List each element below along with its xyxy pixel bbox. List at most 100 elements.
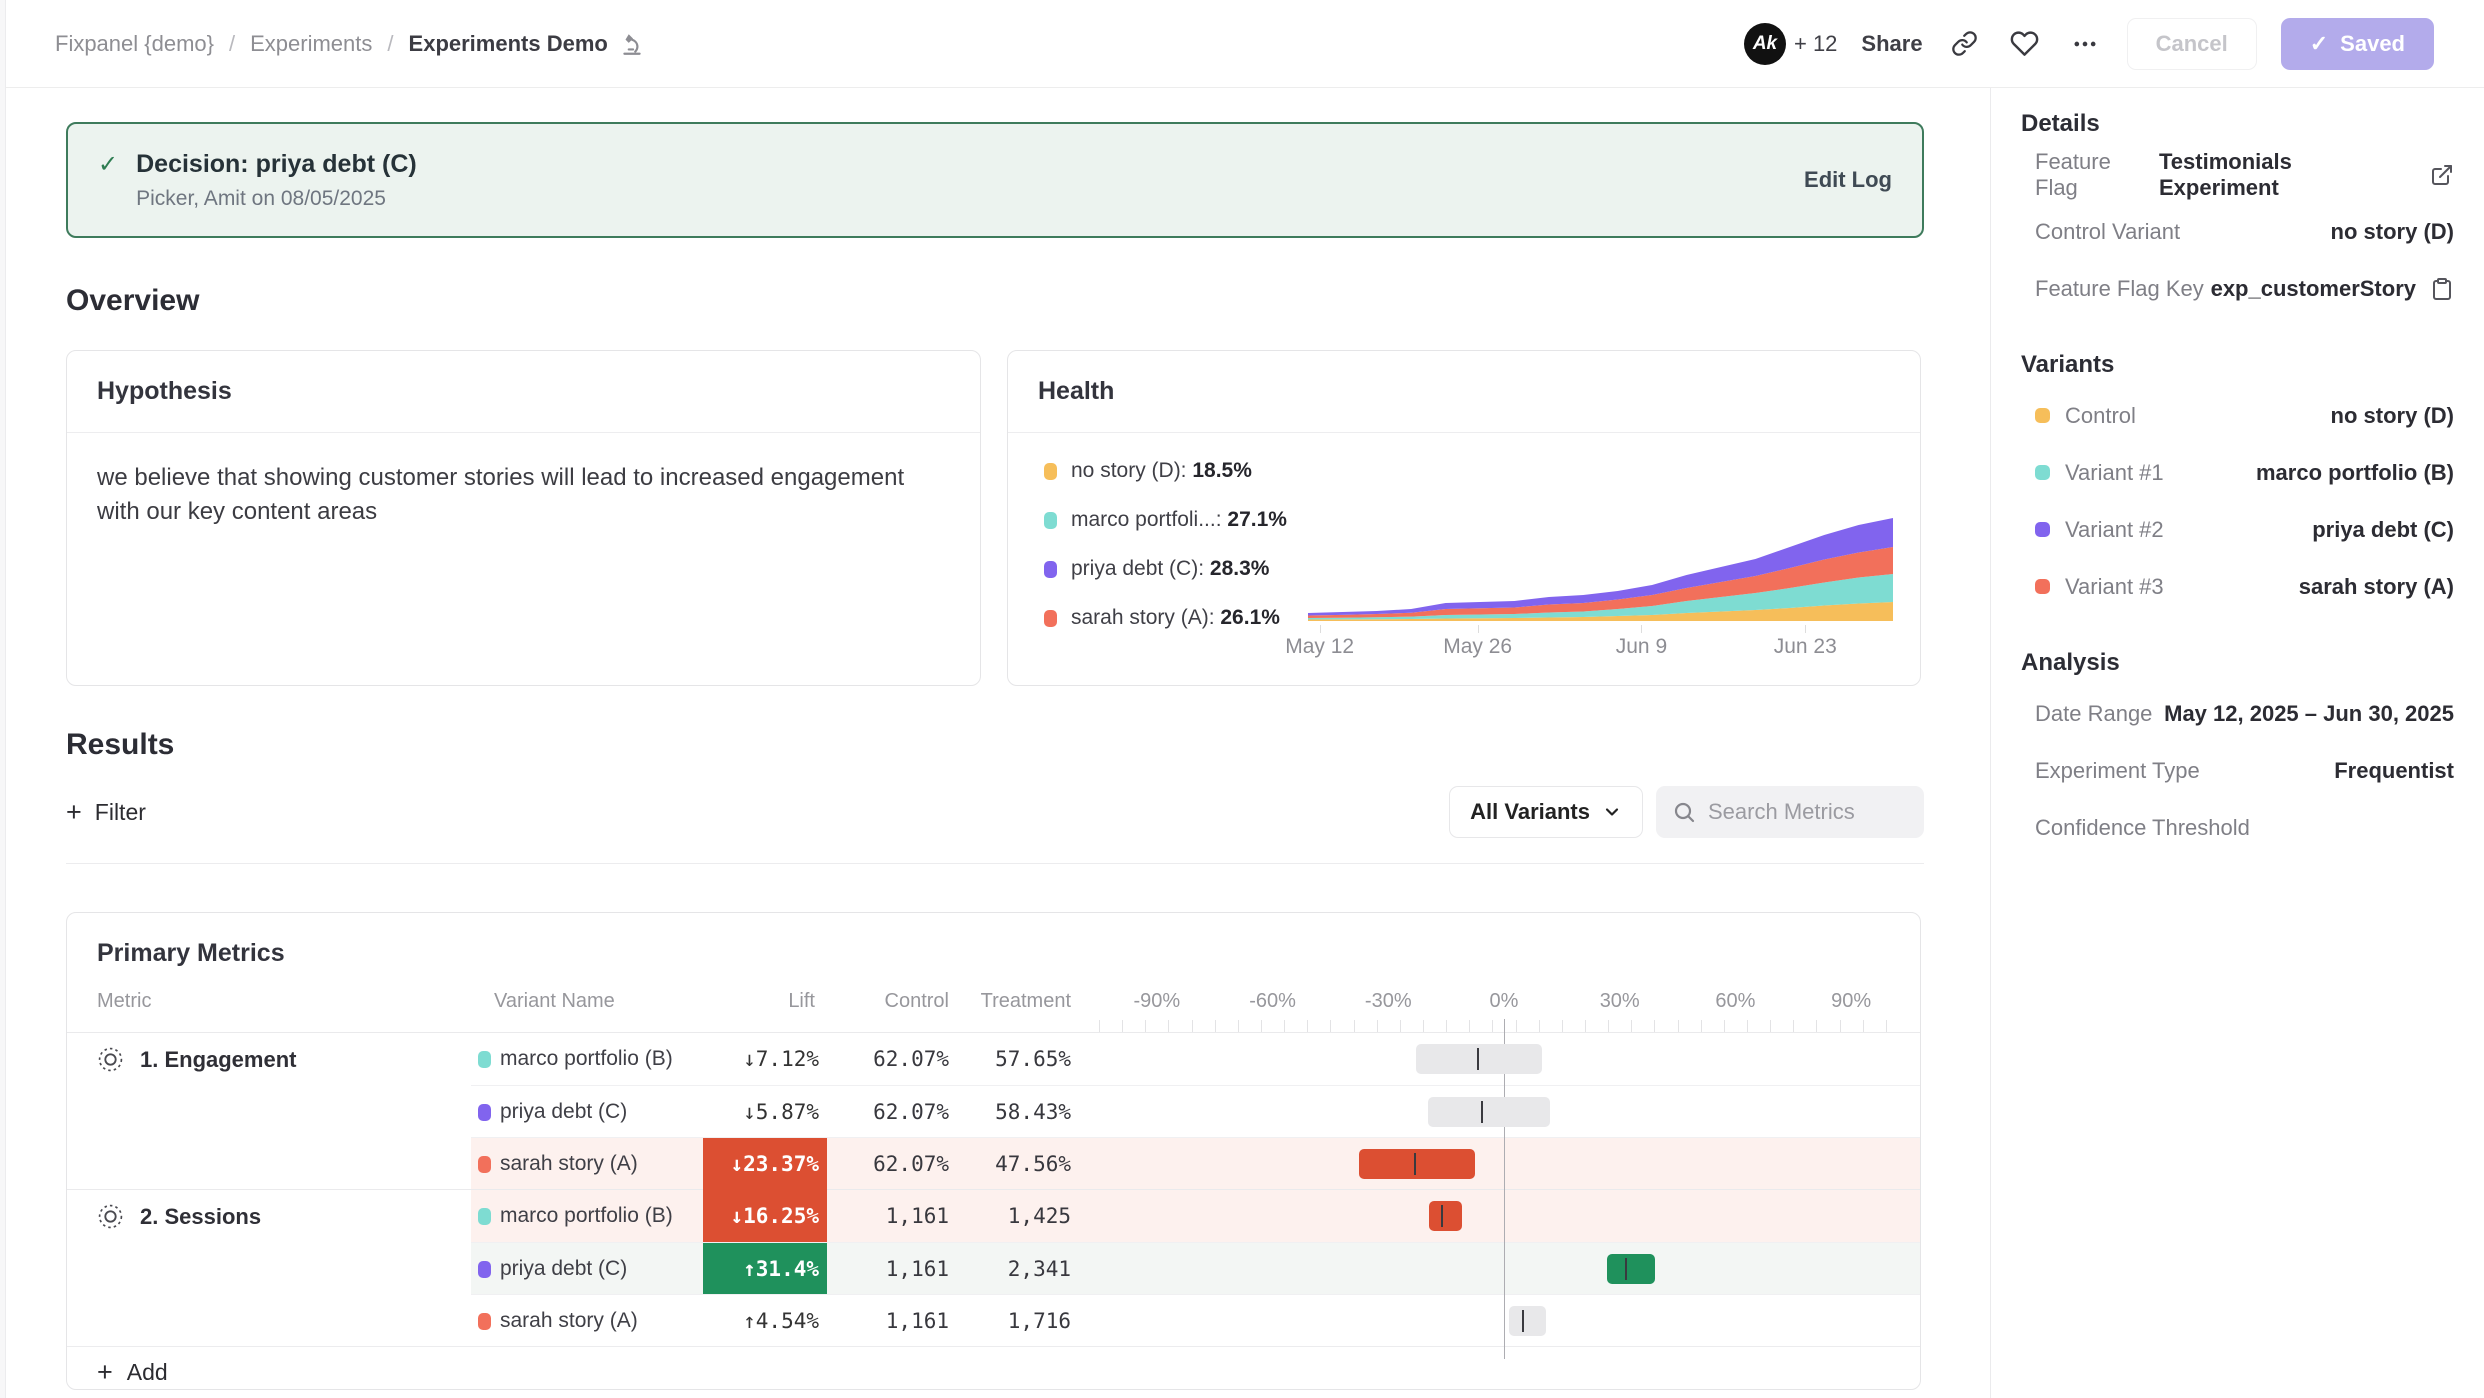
sidebar-row-value: Testimonials Experiment (2159, 149, 2454, 201)
minor-tick (1330, 1020, 1331, 1032)
legend-item[interactable]: sarah story (A): 26.1% (1044, 606, 1287, 630)
axis-ticks (67, 1019, 1920, 1032)
check-icon: ✓ (2310, 31, 2328, 57)
favorite-icon[interactable] (2007, 26, 2043, 62)
variant-color-chip (478, 1104, 491, 1121)
minor-tick (1793, 1020, 1794, 1032)
primary-metrics-card: Primary Metrics Metric Variant Name Lift… (66, 912, 1921, 1390)
minor-tick (1608, 1020, 1609, 1032)
minor-tick (1747, 1020, 1748, 1032)
more-menu-icon[interactable] (2067, 26, 2103, 62)
confidence-interval-bar[interactable] (1429, 1201, 1462, 1231)
minor-tick (1377, 1020, 1378, 1032)
lift-marker (1481, 1101, 1483, 1123)
variant-name: marco portfolio (B) (500, 1047, 673, 1071)
lift-value: ↑31.4% (703, 1243, 827, 1295)
sidebar-row: Confidence Threshold (2021, 799, 2454, 856)
breadcrumb-root[interactable]: Fixpanel {demo} (55, 31, 214, 57)
primary-metrics-title: Primary Metrics (67, 913, 1920, 968)
metric-name: 2. Sessions (140, 1203, 261, 1230)
analysis-heading: Analysis (2021, 649, 2454, 677)
results-toolbar: + Filter All Variants (66, 786, 1924, 838)
confidence-interval-bar[interactable] (1359, 1149, 1475, 1179)
plus-icon: + (66, 799, 82, 826)
sidebar-row-label: Experiment Type (2021, 758, 2200, 784)
confidence-interval-bar[interactable] (1509, 1306, 1546, 1336)
minor-tick (1122, 1020, 1123, 1032)
lift-value: ↓23.37% (703, 1138, 827, 1190)
legend-label: marco portfoli...: 27.1% (1071, 508, 1287, 532)
copy-icon[interactable] (2430, 277, 2454, 301)
confidence-interval-bar[interactable] (1607, 1254, 1655, 1284)
divider (66, 863, 1924, 864)
results-heading: Results (66, 728, 1924, 762)
sidebar-row: Variant #3sarah story (A) (2021, 558, 2454, 615)
legend-item[interactable]: priya debt (C): 28.3% (1044, 557, 1287, 581)
minor-tick (1539, 1020, 1540, 1032)
external-link-icon[interactable] (2430, 163, 2454, 187)
plus-icon: + (97, 1359, 113, 1386)
sidebar-row: Date RangeMay 12, 2025 – Jun 30, 2025 (2021, 685, 2454, 742)
cancel-button[interactable]: Cancel (2127, 18, 2257, 70)
toolbar-right: All Variants (1449, 786, 1924, 838)
variant-row[interactable]: marco portfolio (B)↓16.25%1,1611,425 (471, 1190, 1920, 1242)
search-icon (1672, 800, 1696, 824)
sidebar-row-value: priya debt (C) (2312, 517, 2454, 543)
variant-row[interactable]: priya debt (C)↑31.4%1,1612,341 (471, 1242, 1920, 1294)
minor-tick (1654, 1020, 1655, 1032)
breadcrumb-section[interactable]: Experiments (250, 31, 372, 57)
main-content: ✓ Decision: priya debt (C) Picker, Amit … (0, 88, 1990, 1398)
add-metric-button[interactable]: + Add (67, 1346, 1920, 1390)
search-metrics-input[interactable] (1708, 799, 1888, 825)
control-value: 1,161 (827, 1295, 949, 1347)
axis-label: -60% (1223, 990, 1323, 1013)
breadcrumb-current[interactable]: Experiments Demo (409, 30, 646, 58)
copy-link-icon[interactable] (1947, 26, 1983, 62)
variants-dropdown[interactable]: All Variants (1449, 786, 1643, 838)
minor-tick (1562, 1020, 1563, 1032)
edit-log-button[interactable]: Edit Log (1804, 167, 1892, 193)
metric-cell[interactable]: 2. Sessions (67, 1190, 471, 1346)
minor-tick (1585, 1020, 1586, 1032)
axis-label: 30% (1570, 990, 1670, 1013)
minor-tick (1238, 1020, 1239, 1032)
search-metrics-box[interactable] (1656, 786, 1924, 838)
legend-item[interactable]: marco portfoli...: 27.1% (1044, 508, 1287, 532)
variants-dropdown-label: All Variants (1470, 799, 1590, 825)
variant-row[interactable]: marco portfolio (B)↓7.12%62.07%57.65% (471, 1033, 1920, 1085)
decision-banner: ✓ Decision: priya debt (C) Picker, Amit … (66, 122, 1924, 238)
avatar[interactable]: Ak (1744, 23, 1786, 65)
sidebar-row-label: Control Variant (2021, 219, 2180, 245)
lift-value: ↑4.54% (703, 1295, 827, 1347)
details-section: Details Feature FlagTestimonials Experim… (2021, 110, 2454, 317)
add-filter-button[interactable]: + Filter (66, 799, 146, 826)
legend-item[interactable]: no story (D): 18.5% (1044, 459, 1287, 483)
variant-row[interactable]: sarah story (A)↓23.37%62.07%47.56% (471, 1137, 1920, 1189)
metric-target-icon (97, 1046, 124, 1073)
collaborators[interactable]: Ak + 12 (1744, 23, 1837, 65)
minor-tick (1168, 1020, 1169, 1032)
share-button[interactable]: Share (1861, 31, 1922, 57)
sidebar-row: Controlno story (D) (2021, 387, 2454, 444)
sidebar-row-value: marco portfolio (B) (2256, 460, 2454, 486)
lift-value: ↓16.25% (703, 1190, 827, 1242)
minor-tick (1678, 1020, 1679, 1032)
metric-cell[interactable]: 1. Engagement (67, 1033, 471, 1189)
confidence-interval-bar[interactable] (1428, 1097, 1550, 1127)
legend-label: priya debt (C): 28.3% (1071, 557, 1269, 581)
minor-tick (1261, 1020, 1262, 1032)
minor-tick (1724, 1020, 1725, 1032)
saved-button[interactable]: ✓ Saved (2281, 18, 2434, 70)
confidence-interval-bar[interactable] (1416, 1044, 1542, 1074)
hypothesis-body: we believe that showing customer stories… (67, 433, 980, 557)
minor-tick (1492, 1020, 1493, 1032)
variant-row[interactable]: priya debt (C)↓5.87%62.07%58.43% (471, 1085, 1920, 1137)
decision-title: Decision: priya debt (C) (136, 150, 417, 179)
x-axis-label: Jun 9 (1616, 635, 1667, 659)
check-icon: ✓ (98, 150, 118, 179)
chevron-down-icon (1602, 802, 1622, 822)
minor-tick (1145, 1020, 1146, 1032)
health-card: Health no story (D): 18.5%marco portfoli… (1007, 350, 1921, 686)
variant-row[interactable]: sarah story (A)↑4.54%1,1611,716 (471, 1294, 1920, 1346)
sidebar-row-label: Feature Flag (2021, 149, 2159, 201)
